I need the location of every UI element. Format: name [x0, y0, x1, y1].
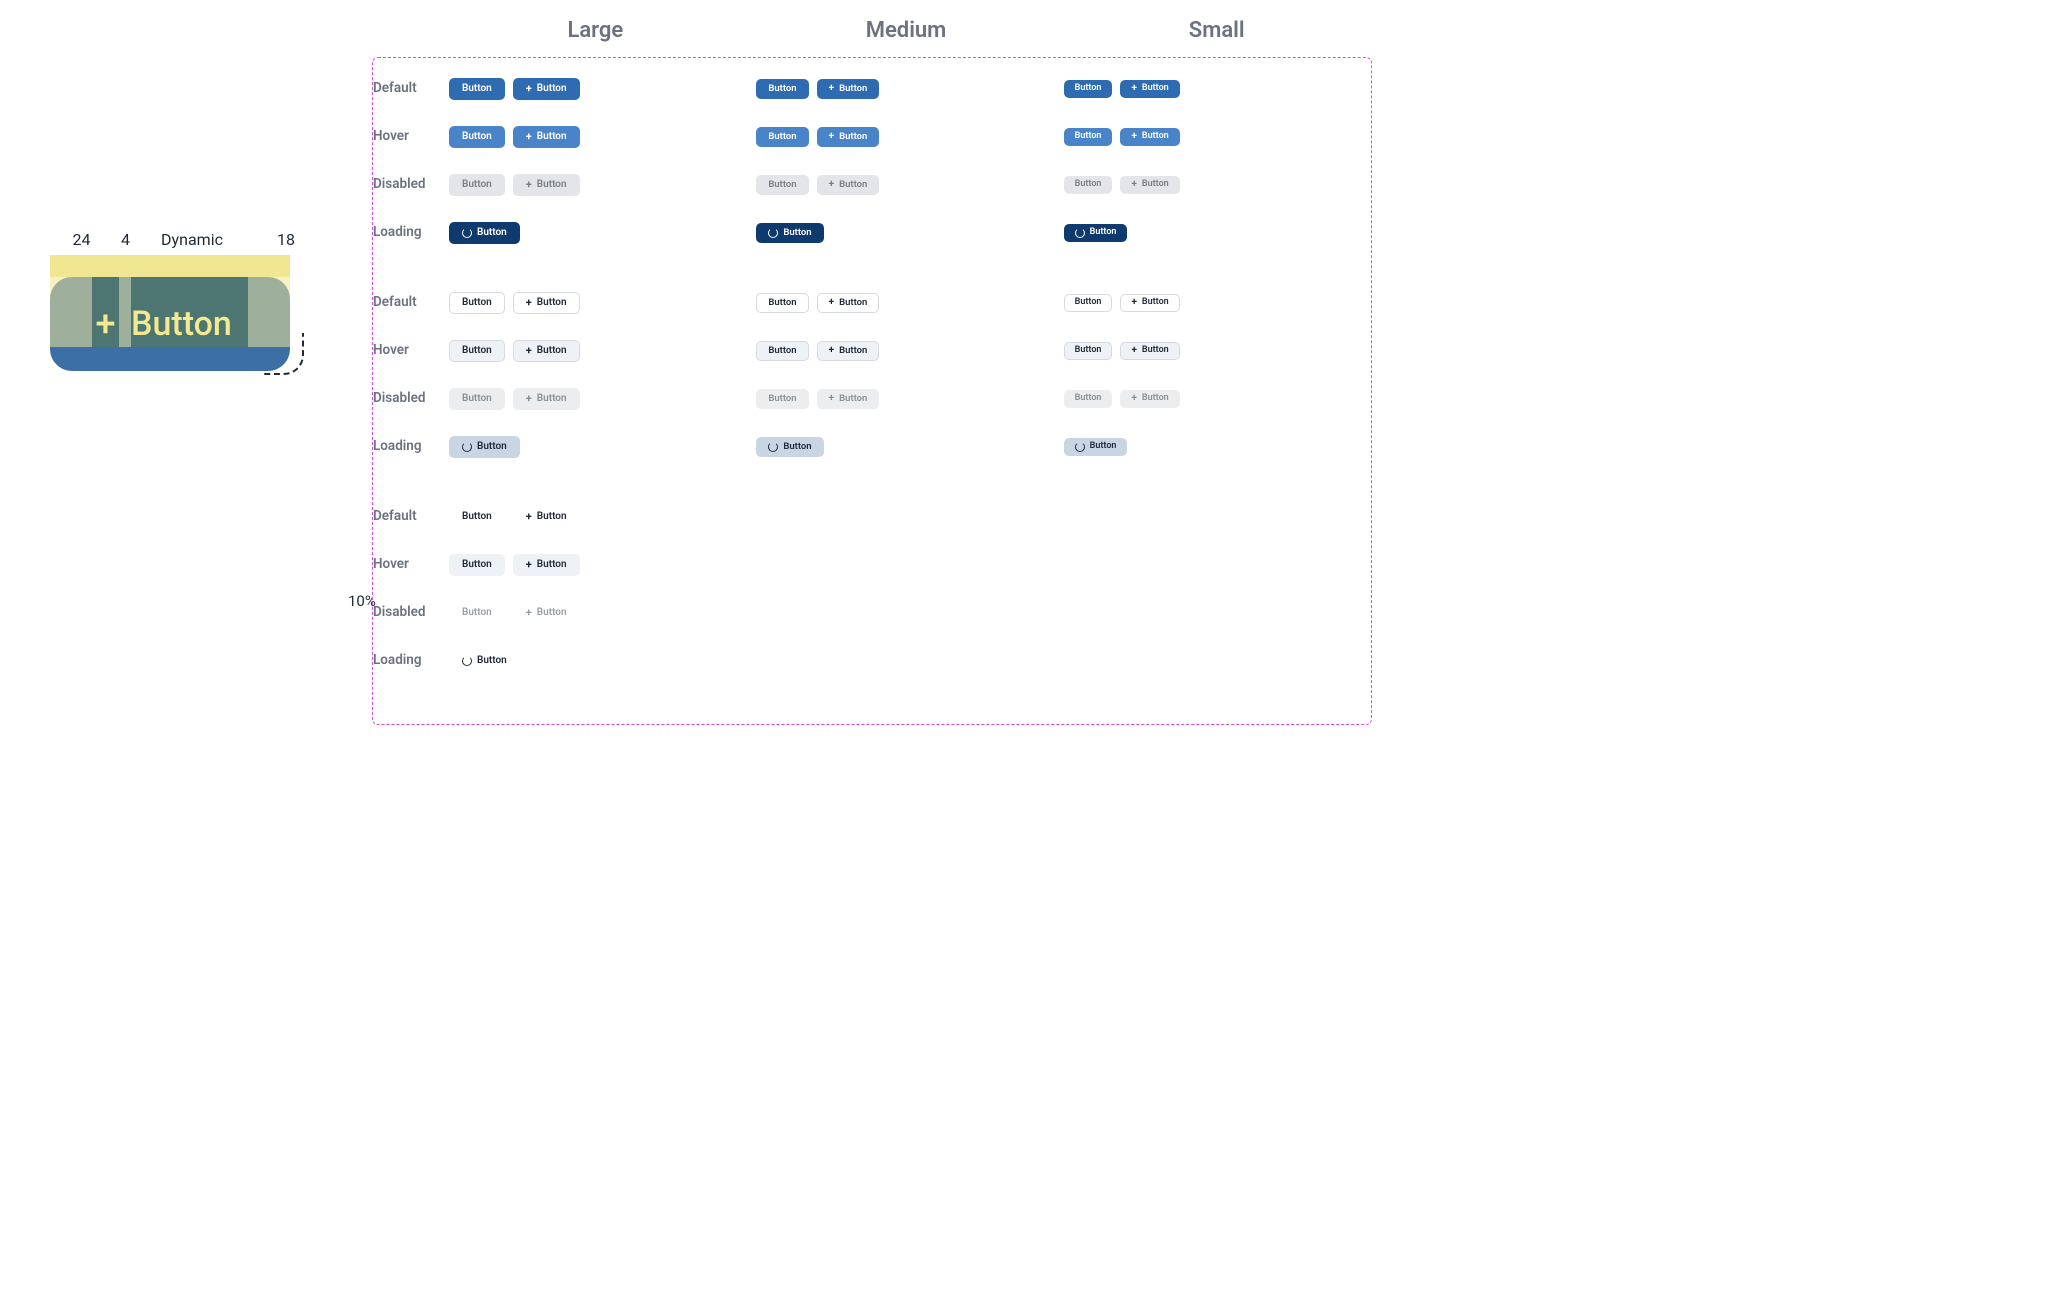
state-default: Default	[373, 294, 449, 310]
state-loading: Loading	[373, 224, 449, 240]
tertiary-hover-lg[interactable]: Button	[449, 554, 505, 576]
overlay-gap	[119, 277, 131, 347]
secondary-disabled-lg-icon: +Button	[513, 388, 580, 410]
primary-loading-lg[interactable]: Button	[449, 222, 520, 244]
tertiary-loading-lg[interactable]: Button	[449, 650, 520, 672]
primary-loading-md[interactable]: Button	[756, 223, 823, 243]
primary-default-lg[interactable]: Button	[449, 78, 505, 100]
measurement-row: 24 4 Dynamic 18	[50, 230, 350, 249]
secondary-hover-sm-icon[interactable]: +Button	[1120, 342, 1179, 360]
tertiary-default-lg[interactable]: Button	[449, 506, 505, 528]
secondary-disabled-sm-icon: +Button	[1120, 390, 1179, 408]
plus-icon: +	[92, 306, 119, 342]
secondary-disabled-md-icon: +Button	[817, 389, 880, 409]
primary-loading-sm[interactable]: Button	[1064, 224, 1128, 242]
primary-disabled-lg-icon: +Button	[513, 174, 580, 196]
variant-container: Default Button +Button Button +Button Bu…	[372, 57, 1372, 725]
variant-primary: Default Button +Button Button +Button Bu…	[373, 68, 1371, 252]
radius-indicator	[262, 333, 304, 375]
state-default: Default	[373, 508, 449, 524]
state-loading: Loading	[373, 652, 449, 668]
anatomy-panel: 24 4 Dynamic 18 + Button 10%	[50, 230, 350, 371]
secondary-disabled-sm: Button	[1064, 390, 1113, 408]
overlay-pad-left	[50, 277, 92, 347]
state-hover: Hover	[373, 556, 449, 572]
secondary-loading-lg[interactable]: Button	[449, 436, 520, 458]
col-medium: Medium	[751, 18, 1062, 43]
secondary-hover-md-icon[interactable]: +Button	[817, 341, 880, 361]
secondary-default-md-icon[interactable]: +Button	[817, 293, 880, 313]
secondary-hover-lg[interactable]: Button	[449, 340, 505, 362]
spinner-icon	[768, 442, 778, 452]
measure-text: Dynamic	[138, 230, 246, 249]
spinner-icon	[462, 228, 472, 238]
size-header-row: Large Medium Small	[372, 18, 1372, 43]
primary-hover-sm-icon[interactable]: +Button	[1120, 128, 1179, 146]
primary-hover-lg[interactable]: Button	[449, 126, 505, 148]
variant-tertiary: Default Button +Button Hover Button +But…	[373, 496, 1371, 680]
secondary-disabled-lg: Button	[449, 388, 505, 410]
spinner-icon	[1075, 442, 1085, 452]
secondary-disabled-md: Button	[756, 389, 808, 409]
secondary-hover-md[interactable]: Button	[756, 341, 808, 361]
tertiary-default-lg-icon[interactable]: +Button	[513, 506, 580, 528]
primary-hover-md[interactable]: Button	[756, 127, 808, 147]
spinner-icon	[462, 656, 472, 666]
spinner-icon	[462, 442, 472, 452]
secondary-default-md[interactable]: Button	[756, 293, 808, 313]
state-loading: Loading	[373, 438, 449, 454]
spinner-icon	[1075, 228, 1085, 238]
secondary-loading-sm[interactable]: Button	[1064, 438, 1128, 456]
secondary-default-lg-icon[interactable]: +Button	[513, 292, 580, 314]
measure-pad-left: 24	[50, 230, 113, 249]
primary-default-md-icon[interactable]: +Button	[817, 79, 880, 99]
secondary-hover-lg-icon[interactable]: +Button	[513, 340, 580, 362]
primary-default-sm[interactable]: Button	[1064, 80, 1113, 98]
secondary-default-sm[interactable]: Button	[1064, 294, 1113, 312]
spec-grid: Large Medium Small Default Button +Butto…	[372, 18, 1372, 725]
primary-default-sm-icon[interactable]: +Button	[1120, 80, 1179, 98]
measure-pad-right: 18	[264, 230, 308, 249]
variant-secondary: Default Button +Button Button +Button Bu…	[373, 282, 1371, 466]
secondary-default-sm-icon[interactable]: +Button	[1120, 294, 1179, 312]
tertiary-disabled-lg-icon: +Button	[513, 602, 580, 624]
col-large: Large	[440, 18, 751, 43]
secondary-loading-md[interactable]: Button	[756, 437, 823, 457]
state-hover: Hover	[373, 342, 449, 358]
state-disabled: Disabled	[373, 390, 449, 406]
primary-disabled-sm-icon: +Button	[1120, 176, 1179, 194]
primary-disabled-md: Button	[756, 175, 808, 195]
spinner-icon	[768, 228, 778, 238]
secondary-hover-sm[interactable]: Button	[1064, 342, 1113, 360]
state-disabled: Disabled	[373, 604, 449, 620]
anatomy-button-wrap: + Button	[50, 255, 290, 371]
secondary-default-lg[interactable]: Button	[449, 292, 505, 314]
state-default: Default	[373, 80, 449, 96]
tertiary-disabled-lg: Button	[449, 602, 505, 624]
state-hover: Hover	[373, 128, 449, 144]
overlay-top-band	[50, 255, 290, 277]
col-small: Small	[1061, 18, 1372, 43]
measure-gap: 4	[113, 230, 138, 249]
primary-default-md[interactable]: Button	[756, 79, 808, 99]
primary-hover-md-icon[interactable]: +Button	[817, 127, 880, 147]
primary-default-lg-icon[interactable]: +Button	[513, 78, 580, 100]
primary-hover-lg-icon[interactable]: +Button	[513, 126, 580, 148]
tertiary-hover-lg-icon[interactable]: +Button	[513, 554, 580, 576]
primary-disabled-lg: Button	[449, 174, 505, 196]
state-disabled: Disabled	[373, 176, 449, 192]
anatomy-button: + Button	[50, 277, 290, 371]
anatomy-button-label: Button	[131, 304, 232, 344]
primary-disabled-sm: Button	[1064, 176, 1113, 194]
primary-hover-sm[interactable]: Button	[1064, 128, 1113, 146]
primary-disabled-md-icon: +Button	[817, 175, 880, 195]
